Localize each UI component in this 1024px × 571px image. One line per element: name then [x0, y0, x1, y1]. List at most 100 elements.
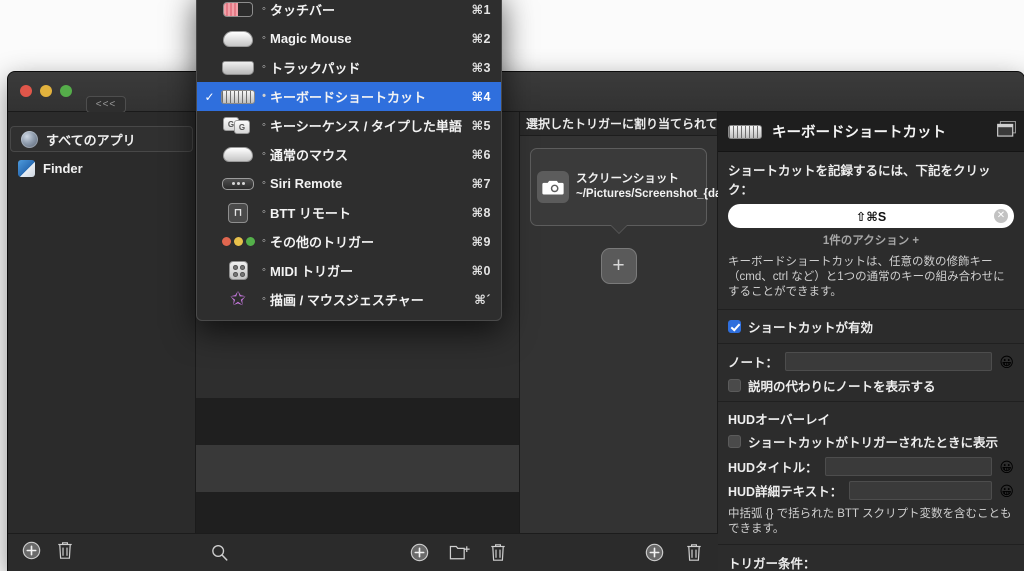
hud-title-input[interactable]	[824, 457, 993, 476]
trigger-row[interactable]	[196, 492, 519, 539]
collapse-sidebar-button[interactable]: <<<	[86, 96, 126, 113]
emoji-picker-note-icon[interactable]: 😀	[999, 355, 1014, 369]
window-titlebar: キーボード設定	[8, 72, 1024, 179]
close-button[interactable]	[20, 85, 32, 97]
menu-item-shortcut: ⌘0	[471, 264, 491, 278]
note-input[interactable]	[785, 352, 993, 371]
menu-bullet: ◦	[262, 293, 266, 305]
config-column: キーボードショートカット ショートカットを記録するには、下記をクリック： ⇧⌘S…	[718, 112, 1024, 571]
menu-item-siri-remote[interactable]: ◦ Siri Remote ⌘7	[197, 169, 501, 198]
menu-item-label: MIDI トリガー	[270, 264, 354, 279]
minimize-button[interactable]	[40, 85, 52, 97]
trash-icon	[58, 541, 72, 559]
action-card-screenshot[interactable]: スクリーンショット ~/Pictures/Screenshot_{datetim…	[530, 148, 842, 226]
magic-mouse-icon	[218, 30, 258, 47]
emoji-picker-hud-detail-icon[interactable]: 😀	[999, 484, 1014, 498]
app-label: すべてのアプリ	[46, 132, 136, 148]
emoji-picker-hud-title-icon[interactable]: 😀	[999, 460, 1014, 474]
menu-item-normal-mouse[interactable]: ◦ 通常のマウス ⌘6	[197, 140, 501, 169]
config-body: ショートカットを記録するには、下記をクリック： ⇧⌘S ✕ 1件のアクション +…	[718, 152, 1024, 571]
checkbox-note-instead[interactable]	[728, 379, 741, 392]
menu-item-keyboard-shortcuts[interactable]: ✓ • キーボードショートカット ⌘4	[197, 82, 501, 111]
menu-bullet: ◦	[262, 32, 266, 44]
keyboard-icon	[218, 89, 258, 104]
menu-item-shortcut: ⌘7	[471, 177, 491, 191]
menu-bullet: ◦	[262, 119, 266, 131]
action-count-label[interactable]: 1件のアクション +	[728, 232, 1014, 248]
detach-window-button[interactable]	[997, 121, 1016, 142]
camera-icon	[537, 171, 569, 203]
other-triggers-icon	[218, 237, 258, 246]
menu-bullet: ◦	[262, 235, 266, 247]
trigger-row[interactable]	[196, 398, 519, 445]
new-folder-icon	[449, 545, 470, 560]
globe-icon	[21, 130, 38, 148]
note-instead-checkbox-row[interactable]: 説明の代わりにノートを表示する	[728, 376, 1014, 395]
hud-show-label: ショートカットがトリガーされたときに表示	[748, 436, 999, 450]
trigger-row[interactable]	[196, 445, 519, 492]
search-button[interactable]	[210, 543, 229, 567]
hud-show-checkbox-row[interactable]: ショートカットがトリガーされたときに表示	[728, 432, 1014, 451]
config-title: キーボードショートカット	[772, 125, 946, 141]
btt-remote-icon: ⊓	[218, 202, 258, 223]
menu-item-label: Siri Remote	[270, 176, 343, 191]
triggers-column-toolbar	[196, 533, 520, 571]
search-icon	[212, 544, 228, 561]
hud-detail-label: HUD詳細テキスト：	[728, 485, 843, 499]
menu-item-touchbar[interactable]: ◦ タッチバー ⌘1	[197, 0, 501, 24]
menu-bullet: ◦	[262, 206, 266, 218]
apps-column: すべてのアプリ Finder	[8, 112, 196, 571]
actions-column-toolbar	[520, 533, 718, 571]
shortcut-value: ⇧⌘S	[855, 209, 887, 224]
apps-column-toolbar	[8, 533, 196, 571]
menu-item-other-triggers[interactable]: ◦ その他のトリガー ⌘9	[197, 227, 501, 256]
menu-item-label: BTT リモート	[270, 206, 351, 221]
menu-item-label: タッチバー	[270, 3, 336, 18]
gesture-icon: ✩	[230, 289, 246, 310]
hud-title-row: HUDタイトル： 😀	[728, 457, 1014, 476]
trigger-type-dropdown-menu[interactable]: ◦ タッチバー ⌘1 ◦ Magic Mouse ⌘2 ◦ トラックパッド ⌘3…	[196, 0, 502, 321]
key-sequence-icon: GG	[218, 117, 258, 134]
add-trigger-button[interactable]	[410, 543, 429, 567]
menu-item-magic-mouse[interactable]: ◦ Magic Mouse ⌘2	[197, 24, 501, 53]
note-field-row: ノート： 😀	[728, 352, 1014, 371]
hud-section-title: HUDオーバーレイ	[728, 413, 830, 427]
menu-item-label: トラックパッド	[270, 61, 361, 76]
menu-item-btt-remote[interactable]: ⊓ ◦ BTT リモート ⌘8	[197, 198, 501, 227]
menu-item-label: キーシーケンス / タイプした単語	[270, 119, 462, 134]
clear-icon[interactable]: ✕	[994, 209, 1008, 223]
menu-item-midi[interactable]: ◦ MIDI トリガー ⌘0	[197, 256, 501, 285]
menu-item-shortcut: ⌘5	[471, 119, 491, 133]
app-row-finder[interactable]: Finder	[8, 155, 195, 181]
trash-icon	[491, 544, 505, 561]
trigger-condition-label: トリガー条件：	[728, 557, 816, 571]
menu-item-shortcut: ⌘8	[471, 206, 491, 220]
enabled-section: ショートカットが有効	[718, 310, 1024, 344]
new-group-button[interactable]	[449, 543, 470, 567]
checkbox-enabled[interactable]	[728, 320, 741, 333]
add-action-button[interactable]: +	[600, 248, 637, 284]
menu-item-drawing-gesture[interactable]: ✩ ◦ 描画 / マウスジェスチャー ⌘´	[197, 285, 501, 314]
hud-detail-input[interactable]	[849, 481, 993, 500]
menu-item-label: 通常のマウス	[270, 148, 349, 163]
app-row-all-apps[interactable]: すべてのアプリ	[10, 126, 193, 152]
menu-item-key-sequence[interactable]: GG ◦ キーシーケンス / タイプした単語 ⌘5	[197, 111, 501, 140]
delete-action-button[interactable]	[686, 543, 702, 567]
add-action-toolbar-button[interactable]	[645, 543, 664, 567]
menu-item-trackpad[interactable]: ◦ トラックパッド ⌘3	[197, 53, 501, 82]
actions-column-header: 選択したトリガーに割り当てられてい…	[520, 112, 742, 136]
zoom-button[interactable]	[60, 85, 72, 97]
hud-note: 中括弧 {} で括られた BTT スクリプト変数を含むこともできます。	[728, 508, 1012, 535]
enabled-checkbox-row[interactable]: ショートカットが有効	[728, 317, 1014, 336]
menu-item-shortcut: ⌘1	[471, 3, 491, 17]
delete-app-button[interactable]	[57, 541, 73, 565]
hud-title-label: HUDタイトル：	[728, 461, 818, 475]
checkbox-hud-show[interactable]	[728, 435, 741, 448]
menu-item-shortcut: ⌘´	[474, 293, 491, 307]
delete-trigger-button[interactable]	[490, 543, 506, 567]
note-instead-label: 説明の代わりにノートを表示する	[748, 380, 936, 394]
app-label: Finder	[43, 160, 83, 176]
shortcut-record-field[interactable]: ⇧⌘S ✕	[728, 204, 1014, 228]
add-app-button[interactable]	[22, 541, 41, 565]
menu-bullet: ◦	[262, 61, 266, 73]
